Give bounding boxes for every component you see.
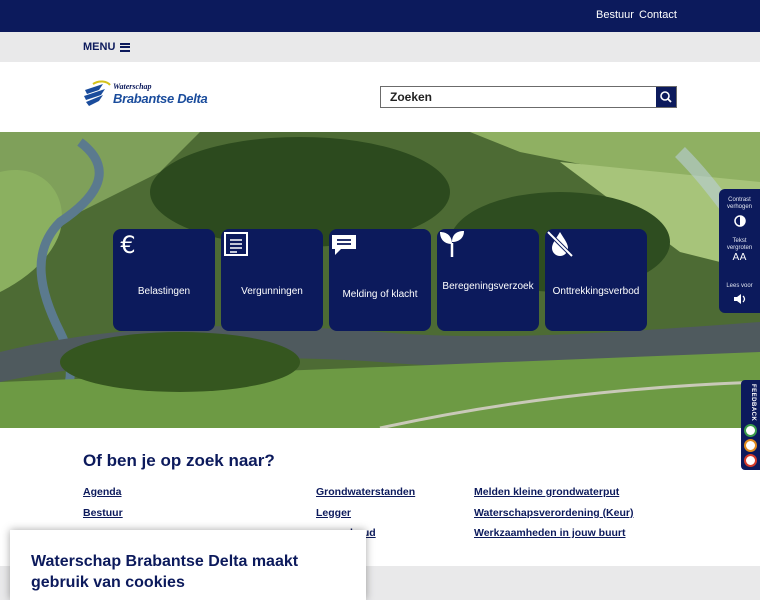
section-title: Of ben je op zoek naar?: [83, 451, 275, 470]
link-bestuur[interactable]: Bestuur: [83, 507, 123, 519]
tile-label: Onttrekkingsverbod: [552, 286, 640, 297]
site-header: Waterschap Brabantse Delta: [0, 62, 760, 132]
hamburger-icon: [120, 42, 131, 52]
tile-label: Melding of klacht: [342, 289, 418, 300]
text-size-label: Tekst vergroten: [726, 238, 753, 251]
link-grondwaterstanden[interactable]: Grondwaterstanden: [316, 486, 415, 498]
search-button[interactable]: [656, 87, 676, 107]
logo-text-big: Brabantse Delta: [113, 91, 208, 106]
link-melden-grondwaterput[interactable]: Melden kleine grondwaterput: [474, 486, 619, 498]
neutral-face-icon[interactable]: [744, 439, 757, 452]
sad-face-icon[interactable]: [744, 454, 757, 467]
no-water-icon: [546, 230, 574, 258]
link-waterschapsverordening[interactable]: Waterschapsverordening (Keur): [474, 507, 633, 519]
hero-banner: € Belastingen Vergunningen Melding of kl…: [0, 132, 760, 428]
tile-onttrekkingsverbod[interactable]: Onttrekkingsverbod: [545, 229, 647, 331]
search-box: [380, 86, 677, 108]
speaker-icon: [733, 294, 745, 304]
tile-vergunningen[interactable]: Vergunningen: [221, 229, 323, 331]
menu-button[interactable]: MENU: [83, 41, 131, 53]
menu-label: MENU: [83, 41, 116, 53]
read-aloud-label: Lees voor: [726, 283, 753, 289]
link-agenda[interactable]: Agenda: [83, 486, 122, 498]
top-bar: Bestuur Contact: [0, 0, 760, 32]
read-aloud-button[interactable]: Lees voor: [719, 283, 760, 308]
cookie-title: Waterschap Brabantse Delta maakt gebruik…: [31, 553, 299, 591]
search-icon: [660, 91, 672, 103]
tile-label: Vergunningen: [241, 286, 303, 297]
tile-belastingen[interactable]: € Belastingen: [113, 229, 215, 331]
logo-mark-icon: [84, 80, 111, 106]
text-size-icon: AA: [732, 252, 747, 263]
sprout-icon: [440, 231, 464, 257]
text-size-button[interactable]: Tekst vergroten AA: [719, 238, 760, 263]
logo-text-small: Waterschap: [113, 82, 152, 91]
tile-melding-of-klacht[interactable]: Melding of klacht: [329, 229, 431, 331]
contrast-label: Contrast verhogen: [726, 197, 753, 210]
logo[interactable]: Waterschap Brabantse Delta: [83, 80, 213, 112]
feedback-tab[interactable]: FEEDBACK: [741, 380, 760, 470]
chat-icon: [332, 235, 356, 255]
contrast-icon: [733, 215, 746, 227]
topbar-link-bestuur[interactable]: Bestuur: [596, 9, 634, 21]
tile-label: Belastingen: [137, 286, 191, 297]
tile-label: Beregeningsverzoek: [442, 281, 534, 292]
happy-face-icon[interactable]: [744, 424, 757, 437]
contrast-button[interactable]: Contrast verhogen: [719, 197, 760, 230]
svg-text:€: €: [120, 231, 135, 259]
form-icon: [224, 232, 248, 256]
accessibility-toolbar: Contrast verhogen Tekst vergroten AA Lee…: [719, 189, 760, 313]
euro-icon: €: [120, 231, 135, 259]
feedback-label: FEEDBACK: [750, 384, 756, 422]
topbar-link-contact[interactable]: Contact: [639, 9, 677, 21]
link-werkzaamheden[interactable]: Werkzaamheden in jouw buurt: [474, 527, 626, 539]
menu-bar: MENU: [0, 32, 760, 62]
cookie-banner: Waterschap Brabantse Delta maakt gebruik…: [10, 530, 366, 600]
search-input[interactable]: [382, 88, 656, 106]
link-legger[interactable]: Legger: [316, 507, 351, 519]
tile-beregeningsverzoek[interactable]: Beregeningsverzoek: [437, 229, 539, 331]
